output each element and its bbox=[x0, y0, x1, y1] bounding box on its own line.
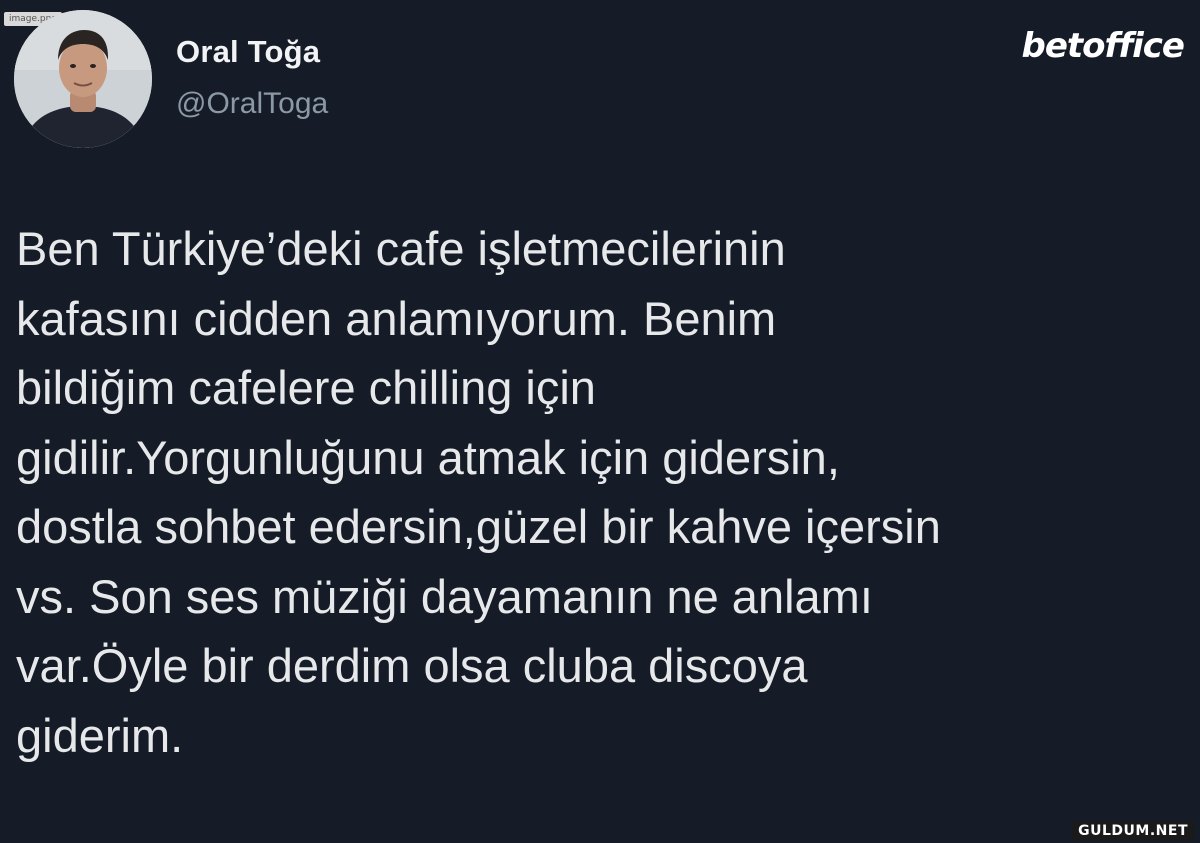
tweet-line: var.Öyle bir derdim olsa cluba discoya bbox=[16, 639, 808, 692]
betoffice-logo: betoffice bbox=[1021, 26, 1185, 66]
tweet-line: gidilir.Yorgunluğunu atmak için gidersin… bbox=[16, 430, 840, 484]
author-display-name[interactable]: Oral Toğa bbox=[176, 34, 320, 70]
profile-photo-icon bbox=[14, 10, 152, 148]
guldum-watermark: GULDUM.NET bbox=[1072, 821, 1194, 841]
tweet-line: bildiğim cafelere chilling için bbox=[16, 361, 596, 414]
tweet-line: dostla sohbet edersin,güzel bir kahve iç… bbox=[16, 500, 941, 553]
tweet-text: Ben Türkiye’deki cafe işletmecilerinin k… bbox=[16, 214, 1191, 770]
tweet-line: kafasını cidden anlamıyorum. Benim bbox=[16, 291, 777, 345]
tweet-line: giderim. bbox=[16, 708, 184, 762]
tweet-line: vs. Son ses müziği dayamanın ne anlamı bbox=[16, 569, 873, 623]
author-handle[interactable]: @OralToga bbox=[176, 87, 328, 121]
tweet-line: Ben Türkiye’deki cafe işletmecilerinin bbox=[16, 222, 786, 275]
avatar[interactable] bbox=[14, 10, 152, 148]
